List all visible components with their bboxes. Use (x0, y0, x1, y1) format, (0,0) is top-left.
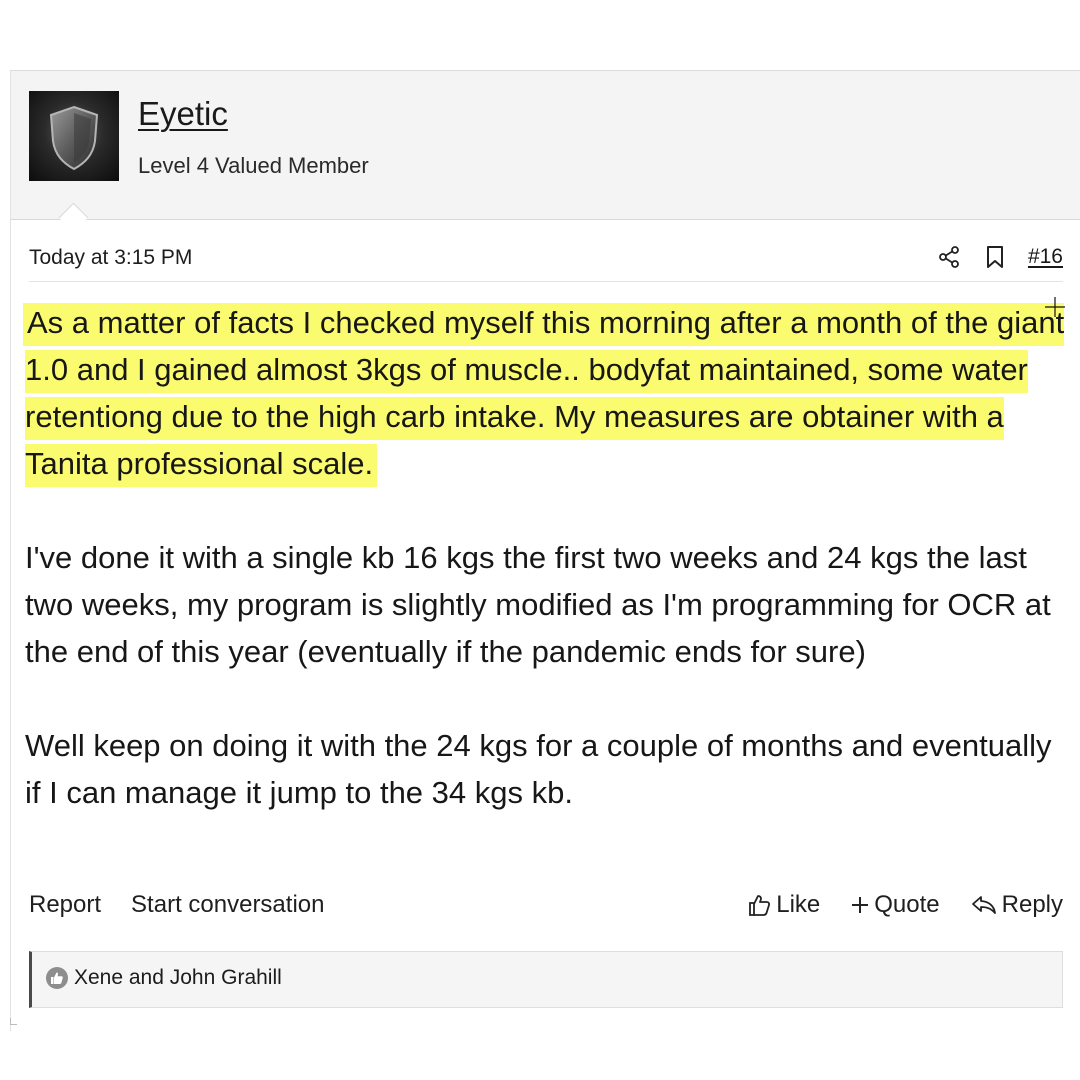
quote-button[interactable]: Quote (850, 891, 940, 919)
like-button[interactable]: Like (746, 891, 820, 919)
post-meta: Today at 3:15 PM #16 (29, 239, 1063, 282)
user-title: Level 4 Valued Member (138, 153, 369, 178)
highlighted-paragraph: As a matter of facts I checked myself th… (23, 299, 1071, 487)
post-meta-actions: #16 (936, 241, 1063, 273)
reply-button[interactable]: Reply (970, 891, 1063, 919)
paragraph: I've done it with a single kb 16 kgs the… (25, 540, 1051, 669)
avatar[interactable] (29, 91, 119, 181)
shield-icon (49, 105, 99, 171)
like-label: Like (776, 891, 821, 918)
report-link[interactable]: Report (29, 891, 101, 919)
post-footer: Report Start conversation Like Quote Rep… (29, 887, 1063, 927)
reactions-text[interactable]: Xene and John Grahill (74, 966, 282, 990)
like-badge-icon (46, 967, 68, 989)
post-timestamp[interactable]: Today at 3:15 PM (29, 246, 192, 270)
reply-label: Reply (1001, 891, 1063, 918)
footer-left-actions: Report Start conversation (29, 891, 324, 919)
post-number-link[interactable]: #16 (1028, 245, 1063, 269)
thumbs-up-icon (749, 895, 771, 916)
user-header: Eyetic Level 4 Valued Member (11, 71, 1080, 233)
reply-icon (971, 896, 996, 914)
post-content: As a matter of facts I checked myself th… (23, 299, 1071, 816)
highlighted-text: As a matter of facts I checked myself th… (23, 303, 1065, 487)
header-caret (58, 202, 89, 233)
share-icon[interactable] (936, 244, 962, 270)
plus-icon (852, 897, 869, 913)
reactions-summary[interactable]: Xene and John Grahill (46, 966, 282, 990)
quote-label: Quote (874, 891, 940, 918)
paragraph: Well keep on doing it with the 24 kgs fo… (25, 728, 1052, 810)
crosshair-cursor-icon (1045, 297, 1065, 317)
bookmark-icon[interactable] (982, 244, 1008, 270)
corner-mark (10, 1018, 17, 1025)
footer-right-actions: Like Quote Reply (746, 891, 1063, 919)
start-conversation-link[interactable]: Start conversation (131, 891, 324, 919)
username-link[interactable]: Eyetic (138, 95, 228, 133)
forum-post: Eyetic Level 4 Valued Member Today at 3:… (10, 70, 1080, 1031)
reactions-bar: Xene and John Grahill (29, 951, 1063, 1008)
